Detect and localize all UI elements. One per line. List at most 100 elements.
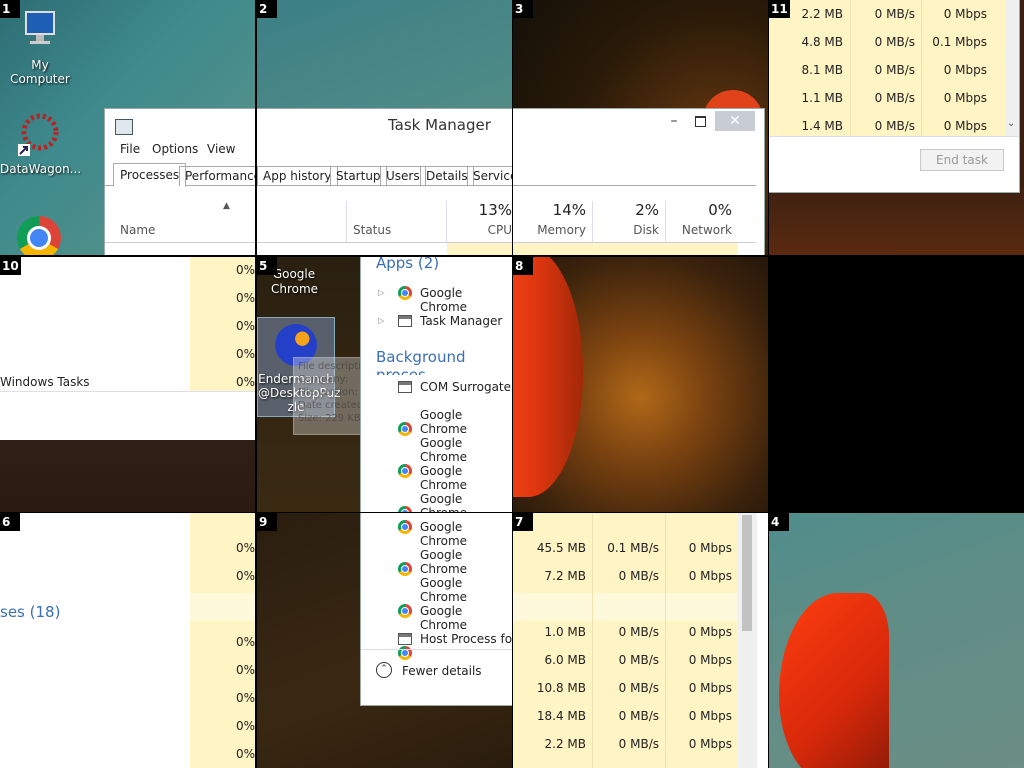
tab-details[interactable]: Details bbox=[420, 166, 474, 186]
group-row-bg bbox=[513, 593, 737, 621]
app-google-chrome[interactable]: Google Chrome bbox=[420, 286, 512, 314]
menu-view[interactable]: View bbox=[207, 142, 235, 156]
background-group-header-tail[interactable]: ses (18) bbox=[0, 603, 60, 621]
column-disk[interactable]: Disk bbox=[593, 223, 659, 237]
maximize-button[interactable] bbox=[689, 113, 711, 131]
tab-startup[interactable]: Startup bbox=[330, 166, 387, 186]
tile-number: 8 bbox=[513, 257, 533, 275]
tile-number: 9 bbox=[257, 513, 277, 531]
process-google-chrome[interactable]: Google Chrome bbox=[420, 604, 512, 632]
cpu-value: 0% bbox=[235, 319, 255, 333]
end-task-button[interactable]: End task bbox=[920, 149, 1004, 171]
task-manager-window-part: File Options View Processes Performance … bbox=[104, 108, 255, 255]
puzzle-tile-3[interactable]: 3 – ✕ 14% Memory 2% Disk 0% Network bbox=[513, 0, 768, 255]
tile-number: 2 bbox=[257, 0, 277, 18]
task-manager-window-part: Apps (2) ▷ Google Chrome ▷ Task Manager … bbox=[360, 257, 512, 512]
puzzle-tile-7[interactable]: 7 45.5 MB 0.1 MB/s 0 Mbps 7.2 MB 0 MB/s 0 Mbp… bbox=[513, 513, 768, 768]
column-memory[interactable]: Memory bbox=[513, 223, 586, 237]
usage-cell-net: 0 Mbps bbox=[688, 541, 732, 555]
tab-users[interactable]: Users bbox=[380, 166, 426, 186]
tile-number: 7 bbox=[513, 513, 533, 531]
usage-cell-mem: 1.4 MB bbox=[801, 119, 843, 133]
usage-cell-disk: 0 MB/s bbox=[618, 737, 659, 751]
puzzle-tile-4[interactable]: 4 bbox=[769, 513, 1024, 768]
vertical-scrollbar[interactable]: ⌄ bbox=[1005, 0, 1019, 136]
network-percent: 0% bbox=[708, 201, 732, 219]
puzzle-tile-9[interactable]: 9 Google Chrome Google Chrome Google Chr… bbox=[257, 513, 512, 768]
usage-cell-disk: 0 MB/s bbox=[874, 63, 915, 77]
process-google-chrome[interactable]: Google Chrome bbox=[420, 576, 512, 604]
puzzle-empty-slot bbox=[769, 257, 1024, 512]
task-manager-app-icon bbox=[115, 119, 133, 135]
usage-cell-disk: 0 MB/s bbox=[874, 119, 915, 133]
chrome-icon bbox=[398, 520, 412, 534]
minimize-button[interactable]: – bbox=[663, 113, 685, 131]
fewer-details-icon[interactable]: ⌃ bbox=[376, 662, 392, 678]
column-status[interactable]: Status bbox=[353, 223, 391, 237]
tabs-underline bbox=[513, 185, 756, 186]
puzzle-tile-5[interactable]: 5 Google Chrome Endermanch @DesktopPuz z… bbox=[257, 257, 512, 512]
column-network[interactable]: Network bbox=[666, 223, 732, 237]
usage-cell-net: 0 Mbps bbox=[688, 625, 732, 639]
menu-file[interactable]: File bbox=[120, 142, 140, 156]
task-manager-window-part: – ✕ 14% Memory 2% Disk 0% Network bbox=[513, 108, 765, 255]
footer-divider bbox=[361, 649, 512, 650]
puzzle-tile-2[interactable]: 2 Task Manager App history Startup Users… bbox=[257, 0, 512, 255]
scrollbar-thumb[interactable] bbox=[742, 515, 752, 631]
process-google-chrome[interactable]: Google Chrome bbox=[420, 464, 512, 492]
task-manager-window-part: 2.2 MB 0 MB/s 0 Mbps 4.8 MB 0 MB/s 0.1 Mbps 8.… bbox=[769, 0, 1020, 193]
tab-app-history[interactable]: App history bbox=[257, 166, 338, 186]
process-google-chrome[interactable]: Google Chrome bbox=[420, 408, 512, 436]
menu-options[interactable]: Options bbox=[152, 142, 198, 156]
puzzle-tile-10[interactable]: 10 0% 0% 0% 0% Windows Tasks 0% bbox=[0, 257, 255, 512]
vertical-scrollbar[interactable] bbox=[737, 513, 757, 768]
chrome-icon bbox=[398, 286, 412, 300]
cpu-percent: 13% bbox=[478, 201, 512, 219]
usage-cell-disk: 0 MB/s bbox=[618, 709, 659, 723]
fewer-details-link[interactable]: Fewer details bbox=[402, 664, 482, 678]
usage-cell-mem: 10.8 MB bbox=[536, 681, 586, 695]
apps-group-header[interactable]: Apps (2) bbox=[376, 257, 439, 272]
usage-cell-mem: 8.1 MB bbox=[801, 63, 843, 77]
cpu-value: 0% bbox=[235, 541, 255, 555]
process-com-surrogate[interactable]: COM Surrogate bbox=[420, 380, 511, 394]
tile-number: 3 bbox=[513, 0, 533, 18]
scroll-down-icon[interactable]: ⌄ bbox=[1007, 118, 1015, 129]
datawagon-icon[interactable] bbox=[18, 112, 62, 156]
task-manager-icon bbox=[398, 315, 412, 327]
expand-icon[interactable]: ▷ bbox=[378, 316, 384, 325]
expand-icon[interactable]: ▷ bbox=[378, 288, 384, 297]
my-computer-label: My Computer bbox=[10, 58, 70, 86]
process-host-process[interactable]: Host Process for W bbox=[420, 632, 512, 646]
puzzle-tile-6[interactable]: 6 0% 0% ses (18) 0% 0% 0% 0% 0% bbox=[0, 513, 255, 768]
close-button[interactable]: ✕ bbox=[715, 111, 755, 131]
usage-cell-net: 0 Mbps bbox=[943, 7, 987, 21]
process-google-chrome[interactable]: Google Chrome bbox=[420, 492, 512, 512]
usage-cell-net: 0 Mbps bbox=[688, 681, 732, 695]
puzzle-tile-8[interactable]: 8 bbox=[513, 257, 768, 512]
usage-cell-net: 0 Mbps bbox=[688, 569, 732, 583]
column-cpu[interactable]: CPU bbox=[457, 223, 512, 237]
chrome-desktop-label-1: Google Chrome bbox=[271, 267, 319, 296]
header-divider bbox=[105, 242, 255, 243]
chrome-desktop-icon[interactable] bbox=[17, 216, 61, 255]
usage-cell-disk: 0 MB/s bbox=[618, 569, 659, 583]
process-name-windows-tasks[interactable]: Windows Tasks bbox=[0, 375, 90, 389]
cpu-value: 0% bbox=[235, 375, 255, 389]
tab-performance[interactable]: Performance bbox=[179, 166, 255, 186]
my-computer-icon[interactable] bbox=[20, 10, 60, 46]
column-name[interactable]: Name bbox=[120, 223, 155, 237]
cpu-value: 0% bbox=[235, 691, 255, 705]
puzzle-tile-1[interactable]: 1 My Computer DataWagon... File Options … bbox=[0, 0, 255, 255]
usage-cell-disk: 0 MB/s bbox=[618, 653, 659, 667]
cpu-value: 0% bbox=[235, 663, 255, 677]
process-google-chrome[interactable]: Google Chrome bbox=[420, 436, 512, 464]
sort-arrow-icon: ▲ bbox=[223, 201, 230, 211]
process-google-chrome[interactable]: Google Chrome bbox=[420, 520, 512, 548]
puzzle-tile-11[interactable]: 11 2.2 MB 0 MB/s 0 Mbps 4.8 MB 0 MB/s 0.1 Mbp… bbox=[769, 0, 1024, 255]
tab-processes[interactable]: Processes bbox=[113, 163, 187, 187]
app-task-manager[interactable]: Task Manager bbox=[420, 314, 502, 328]
usage-cell-disk: 0 MB/s bbox=[874, 91, 915, 105]
tab-services[interactable]: Services bbox=[467, 166, 512, 186]
process-google-chrome[interactable]: Google Chrome bbox=[420, 548, 512, 576]
